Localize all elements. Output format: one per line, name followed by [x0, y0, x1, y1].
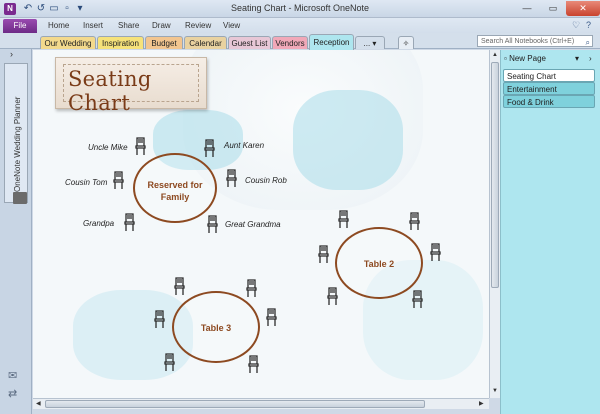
page-tab-entertainment[interactable]: Entertainment — [503, 82, 595, 95]
chair-icon[interactable] — [173, 277, 186, 296]
horizontal-scroll-thumb[interactable] — [45, 400, 425, 408]
section-tab-more[interactable]: ... ▾ — [355, 36, 385, 49]
section-tab-label: Vendors — [275, 39, 305, 48]
chair-icon[interactable] — [153, 310, 166, 329]
chair-icon[interactable] — [411, 290, 424, 309]
page-title[interactable]: Seating Chart — [68, 67, 206, 115]
scroll-left-icon[interactable]: ◀ — [36, 400, 41, 407]
background-bow — [293, 90, 403, 190]
notebook-icon — [13, 192, 27, 204]
title-card: Seating Chart — [55, 57, 207, 115]
chair-icon[interactable] — [326, 287, 339, 306]
page-tabs-panel: ▫ New Page ▾ › Seating Chart Entertainme… — [500, 50, 600, 414]
scroll-up-icon[interactable]: ▲ — [492, 52, 498, 58]
chair-icon[interactable] — [265, 308, 278, 327]
chair-icon[interactable] — [337, 210, 350, 229]
tab-home[interactable]: Home — [48, 21, 69, 30]
scroll-right-icon[interactable]: ▶ — [479, 400, 484, 407]
search-input[interactable]: Search All Notebooks (Ctrl+E) ⌕ — [477, 35, 593, 47]
guest-name[interactable]: Aunt Karen — [224, 141, 264, 150]
section-tab-budget[interactable]: Budget — [145, 36, 183, 49]
chair-icon[interactable] — [247, 355, 260, 374]
section-tabs: Our Wedding Inspiration Budget Calendar … — [0, 33, 600, 50]
section-tab-label: Our Wedding — [44, 39, 92, 48]
table-label: Reserved for Family — [147, 180, 203, 202]
tab-draw[interactable]: Draw — [152, 21, 171, 30]
section-tab-label: Guest List — [231, 39, 268, 48]
new-section-button[interactable]: ✧ — [398, 36, 414, 49]
guest-name[interactable]: Cousin Tom — [65, 178, 107, 187]
section-tab-label: Calendar — [189, 39, 222, 48]
guest-name[interactable]: Grandpa — [83, 219, 114, 228]
page-canvas[interactable]: Seating Chart Reserved for Family Table … — [33, 50, 489, 398]
help-icon[interactable]: ? — [586, 20, 591, 30]
chair-icon[interactable] — [225, 169, 238, 188]
search-placeholder: Search All Notebooks (Ctrl+E) — [481, 38, 575, 45]
section-tab-label: Budget — [151, 39, 177, 48]
page-tab-label: Seating Chart — [507, 72, 556, 81]
tab-insert[interactable]: Insert — [83, 21, 103, 30]
chair-icon[interactable] — [134, 137, 147, 156]
table-label: Table 3 — [200, 323, 232, 333]
guest-name[interactable]: Cousin Rob — [245, 176, 287, 185]
chair-icon[interactable] — [123, 213, 136, 232]
tab-view[interactable]: View — [223, 21, 240, 30]
window-title: Seating Chart - Microsoft OneNote — [230, 3, 370, 13]
chair-icon[interactable] — [163, 353, 176, 372]
pages-panel-expand-icon[interactable]: › — [589, 54, 592, 63]
vertical-scroll-thumb[interactable] — [491, 62, 499, 288]
new-page-button[interactable]: ▫ New Page — [504, 54, 546, 63]
new-page-label: New Page — [509, 54, 546, 63]
notebook-name: OneNote Wedding Planner — [13, 96, 22, 192]
new-page-dropdown-icon[interactable]: ▾ — [575, 54, 579, 63]
table-label: Table 2 — [363, 259, 395, 269]
table-reserved-for-family[interactable]: Reserved for Family — [133, 153, 217, 223]
section-tab-label: ... — [363, 39, 371, 48]
section-tab-label: Reception — [313, 38, 350, 47]
close-button[interactable]: ✕ — [566, 1, 600, 16]
section-tab-guest-list[interactable]: Guest List — [228, 36, 271, 49]
table-3[interactable]: Table 3 — [172, 291, 260, 363]
minimize-button[interactable]: — — [514, 1, 540, 16]
page-tab-seating-chart[interactable]: Seating Chart — [503, 69, 595, 82]
notebook-pane: › OneNote Wedding Planner ✉ ⇄ — [0, 49, 32, 414]
notebook-tab[interactable]: OneNote Wedding Planner — [4, 63, 28, 204]
section-tab-calendar[interactable]: Calendar — [184, 36, 227, 49]
unfiled-notes-icon[interactable]: ✉ — [8, 369, 17, 382]
tab-review[interactable]: Review — [185, 21, 211, 30]
search-icon[interactable]: ⌕ — [586, 37, 590, 48]
chair-icon[interactable] — [317, 245, 330, 264]
page-tab-label: Entertainment — [507, 85, 557, 94]
scroll-down-icon[interactable]: ▼ — [492, 388, 498, 394]
chair-icon[interactable] — [408, 212, 421, 231]
chair-icon[interactable] — [206, 215, 219, 234]
tab-share[interactable]: Share — [118, 21, 139, 30]
section-tab-label: Inspiration — [102, 39, 139, 48]
sync-icon[interactable]: ⇄ — [8, 387, 17, 400]
maximize-button[interactable]: ▭ — [540, 1, 566, 16]
expand-notebook-pane-icon[interactable]: › — [10, 49, 13, 59]
section-tab-inspiration[interactable]: Inspiration — [97, 36, 144, 49]
title-bar: N ↶ ↺ ▭ ▫ ▾ Seating Chart - Microsoft On… — [0, 0, 600, 18]
page-tab-label: Food & Drink — [507, 98, 554, 107]
chair-icon[interactable] — [112, 171, 125, 190]
chair-icon[interactable] — [429, 243, 442, 262]
file-tab[interactable]: File — [3, 19, 37, 33]
table-2[interactable]: Table 2 — [335, 227, 423, 299]
chair-icon[interactable] — [203, 139, 216, 158]
ribbon-tabs: File Home Insert Share Draw Review View … — [0, 18, 600, 33]
section-tab-vendors[interactable]: Vendors — [272, 36, 308, 49]
chair-icon[interactable] — [245, 279, 258, 298]
page-tab-food-drink[interactable]: Food & Drink — [503, 95, 595, 108]
section-tab-our-wedding[interactable]: Our Wedding — [40, 36, 96, 49]
guest-name[interactable]: Great Grandma — [225, 220, 281, 229]
new-page-icon: ▫ — [504, 54, 507, 63]
guest-name[interactable]: Uncle Mike — [88, 143, 128, 152]
horizontal-scrollbar[interactable]: ◀ ▶ — [33, 398, 489, 409]
ribbon-collapse-icon[interactable]: ♡ — [572, 20, 580, 31]
section-tab-reception[interactable]: Reception — [309, 34, 354, 50]
vertical-scrollbar[interactable]: ▲ ▼ — [489, 50, 500, 398]
